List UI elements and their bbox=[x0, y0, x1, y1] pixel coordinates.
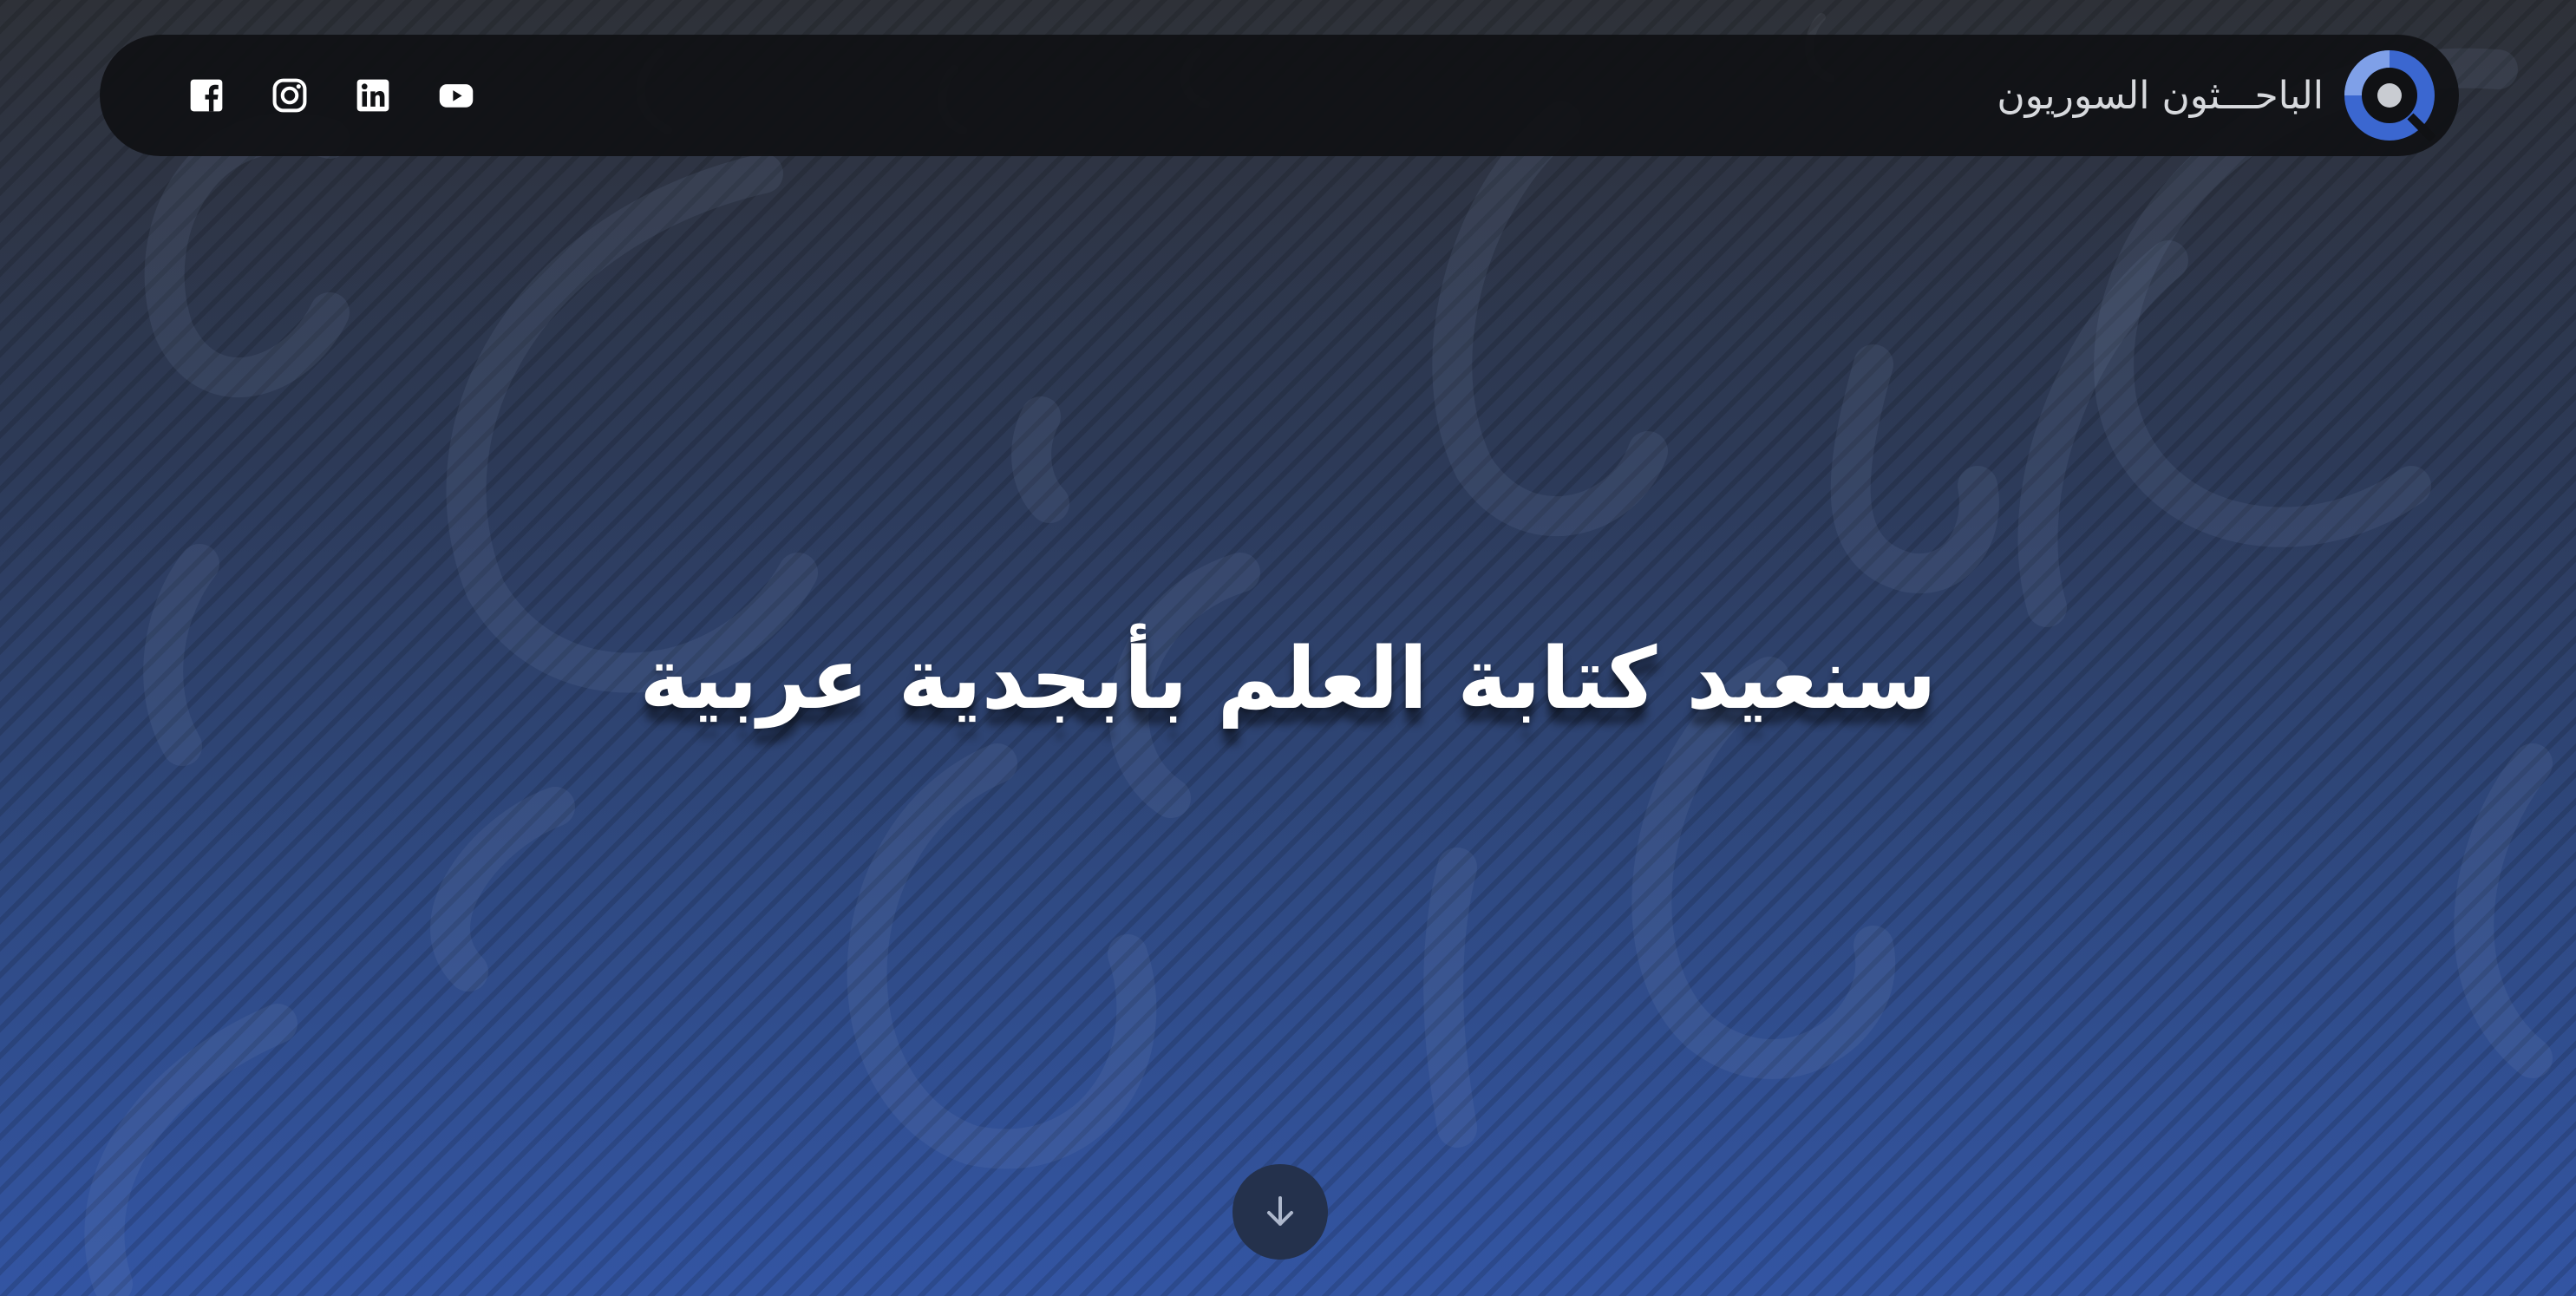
circular-logo-icon bbox=[2344, 50, 2436, 142]
top-navbar: الباحـــثون السوريون bbox=[100, 35, 2459, 156]
scroll-down-button[interactable] bbox=[1232, 1164, 1328, 1260]
brand-name: الباحـــثون السوريون bbox=[1997, 73, 2324, 118]
brand-link[interactable]: الباحـــثون السوريون bbox=[1997, 43, 2442, 147]
facebook-link[interactable] bbox=[182, 71, 231, 120]
instagram-icon bbox=[272, 78, 307, 113]
youtube-icon bbox=[439, 84, 474, 108]
youtube-link[interactable] bbox=[432, 71, 481, 120]
linkedin-link[interactable] bbox=[349, 71, 397, 120]
instagram-link[interactable] bbox=[265, 71, 314, 120]
social-links bbox=[182, 71, 481, 120]
arrow-down-icon bbox=[1267, 1196, 1293, 1226]
linkedin-icon bbox=[356, 79, 389, 112]
hero-headline: سنعيد كتابة العلم بأبجدية عربية bbox=[639, 629, 1937, 729]
facebook-icon bbox=[190, 79, 223, 112]
